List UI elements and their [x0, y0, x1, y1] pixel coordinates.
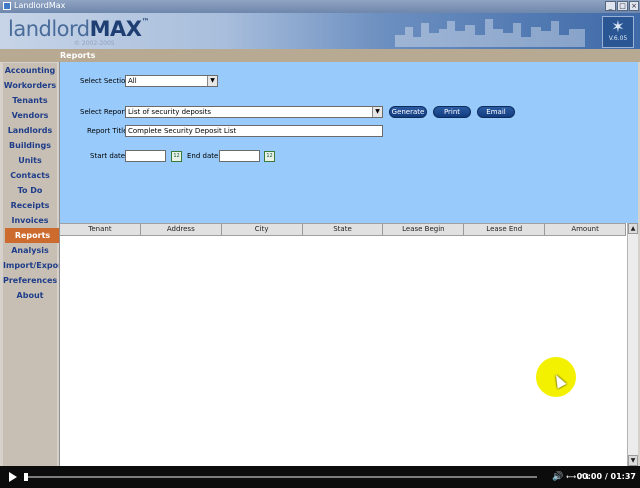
- video-player-bar: 🔊 ⟷ ⤢ ℹ 00:00 / 01:37: [0, 466, 640, 488]
- select-report-label: Select Report: [80, 108, 128, 116]
- column-header-lease-end[interactable]: Lease End: [464, 224, 546, 235]
- volume-icon[interactable]: 🔊: [552, 471, 563, 483]
- sidebar-item-contacts[interactable]: Contacts: [3, 168, 57, 183]
- column-header-lease-begin[interactable]: Lease Begin: [383, 224, 465, 235]
- skyline-graphic: [395, 19, 585, 47]
- column-header-state[interactable]: State: [303, 224, 384, 235]
- sidebar-item-about[interactable]: About: [3, 288, 57, 303]
- app-icon: [3, 2, 11, 10]
- maximize-button[interactable]: □: [617, 1, 628, 11]
- landlordmax-logo: landlordMAX™: [8, 17, 149, 41]
- sidebar-nav: Accounting Workorders Tenants Vendors La…: [3, 63, 66, 466]
- report-title-label: Report Title: [87, 127, 128, 135]
- generate-button[interactable]: Generate: [389, 106, 427, 118]
- play-icon[interactable]: [9, 472, 17, 482]
- email-button[interactable]: Email: [477, 106, 515, 118]
- close-button[interactable]: ×: [629, 1, 639, 11]
- report-title-input[interactable]: Complete Security Deposit List: [125, 125, 383, 137]
- select-report-dropdown[interactable]: List of security deposits ▼: [125, 106, 383, 118]
- app-header: landlordMAX™ © 2002-2005 ✶ V.6.05: [0, 13, 640, 49]
- calendar-icon[interactable]: 12: [171, 151, 182, 162]
- print-button[interactable]: Print: [433, 106, 471, 118]
- vertical-scrollbar[interactable]: ▲ ▼: [627, 223, 638, 466]
- sidebar-item-vendors[interactable]: Vendors: [3, 108, 57, 123]
- chevron-down-icon[interactable]: ▼: [372, 107, 382, 117]
- star-icon: ✶: [611, 17, 625, 36]
- sidebar-item-preferences[interactable]: Preferences: [3, 273, 57, 288]
- progress-track[interactable]: [27, 476, 537, 478]
- column-header-address[interactable]: Address: [141, 224, 222, 235]
- chevron-down-icon[interactable]: ▼: [207, 76, 217, 86]
- sidebar-item-reports[interactable]: Reports: [5, 228, 60, 243]
- sidebar-item-accounting[interactable]: Accounting: [3, 63, 57, 78]
- sidebar-item-buildings[interactable]: Buildings: [3, 138, 57, 153]
- column-header-amount[interactable]: Amount: [545, 224, 627, 235]
- column-header-city[interactable]: City: [222, 224, 303, 235]
- window-title: LandlordMax: [14, 1, 66, 10]
- version-badge: ✶ V.6.05: [602, 16, 634, 48]
- column-header-tenant[interactable]: Tenant: [60, 224, 141, 235]
- select-section-dropdown[interactable]: All ▼: [125, 75, 218, 87]
- version-label: V.6.05: [608, 35, 628, 42]
- select-section-value: All: [128, 77, 137, 85]
- copyright-text: © 2002-2005: [74, 40, 115, 47]
- start-date-label: Start date: [90, 152, 126, 160]
- sidebar-item-workorders[interactable]: Workorders: [3, 78, 57, 93]
- sidebar-item-units[interactable]: Units: [3, 153, 57, 168]
- sidebar-item-receipts[interactable]: Receipts: [3, 198, 57, 213]
- sidebar-item-invoices[interactable]: Invoices: [3, 213, 57, 228]
- report-form: Select Section All ▼ Select Report List …: [60, 62, 638, 223]
- title-bar: LandlordMax _ □ ×: [0, 0, 640, 13]
- app-window: LandlordMax _ □ × landlordMAX™ © 2002-20…: [0, 0, 640, 466]
- scroll-down-icon[interactable]: ▼: [628, 455, 638, 466]
- end-date-input[interactable]: [219, 150, 260, 162]
- calendar-icon[interactable]: 12: [264, 151, 275, 162]
- sidebar-item-todo[interactable]: To Do: [3, 183, 57, 198]
- select-section-label: Select Section: [80, 77, 130, 85]
- select-report-value: List of security deposits: [128, 108, 212, 116]
- scroll-up-icon[interactable]: ▲: [628, 223, 638, 234]
- end-date-label: End date: [187, 152, 219, 160]
- sidebar-item-analysis[interactable]: Analysis: [3, 243, 57, 258]
- sidebar-item-import-export[interactable]: Import/Export: [3, 258, 66, 273]
- report-table-header: Tenant Address City State Lease Begin Le…: [60, 223, 627, 236]
- progress-knob[interactable]: [24, 473, 28, 481]
- minimize-button[interactable]: _: [605, 1, 616, 11]
- sidebar-item-landlords[interactable]: Landlords: [3, 123, 57, 138]
- start-date-input[interactable]: [125, 150, 166, 162]
- section-header-bar: Reports: [0, 49, 640, 62]
- timecode: 00:00 / 01:37: [576, 472, 636, 481]
- reports-panel: Select Section All ▼ Select Report List …: [59, 62, 638, 466]
- section-title: Reports: [60, 51, 96, 60]
- sidebar-item-tenants[interactable]: Tenants: [3, 93, 57, 108]
